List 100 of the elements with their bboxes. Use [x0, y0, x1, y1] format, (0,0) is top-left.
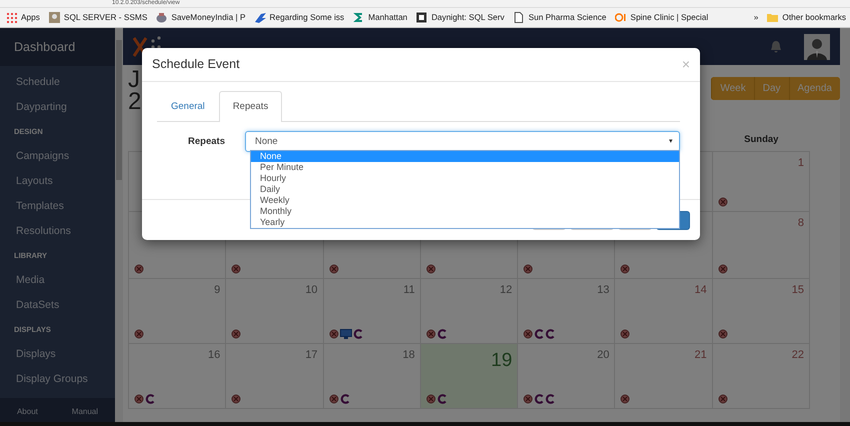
- sidebar-item[interactable]: Display Groups: [0, 367, 115, 392]
- calendar-cell[interactable]: 9: [129, 279, 226, 344]
- apps-grid-icon: [6, 12, 17, 23]
- day-number: 15: [792, 283, 804, 298]
- sidebar-item[interactable]: Campaigns: [0, 144, 115, 169]
- target-icon[interactable]: [134, 264, 144, 274]
- c-icon[interactable]: [436, 394, 447, 404]
- dropdown-option[interactable]: Weekly: [251, 195, 679, 206]
- target-icon[interactable]: [718, 394, 728, 404]
- calendar-cell[interactable]: 10: [226, 279, 324, 344]
- target-icon[interactable]: [134, 329, 144, 339]
- bookmark-link[interactable]: Apps: [21, 11, 40, 24]
- calendar-cell[interactable]: 8: [712, 212, 810, 279]
- calendar-cell[interactable]: 16: [129, 344, 226, 409]
- sidebar-item[interactable]: DataSets: [0, 293, 115, 318]
- target-icon[interactable]: [426, 329, 436, 339]
- close-button[interactable]: ×: [682, 54, 690, 75]
- weekday-header: Sunday: [744, 134, 778, 145]
- c-icon[interactable]: [545, 394, 556, 404]
- target-icon[interactable]: [620, 394, 630, 404]
- sidebar-item[interactable]: Media: [0, 268, 115, 293]
- sidebar-item[interactable]: Schedule: [0, 70, 115, 95]
- dropdown-option[interactable]: None: [251, 151, 679, 162]
- calendar-cell[interactable]: 17: [226, 344, 324, 409]
- target-icon[interactable]: [426, 394, 436, 404]
- day-number: 18: [402, 348, 415, 363]
- logo-icon[interactable]: [133, 34, 163, 58]
- qi-logo-icon: [615, 12, 626, 23]
- day-number: 22: [792, 348, 804, 363]
- target-icon[interactable]: [231, 394, 242, 404]
- sidebar-item[interactable]: Templates: [0, 194, 115, 219]
- target-icon[interactable]: [328, 329, 339, 339]
- c-icon[interactable]: [352, 329, 363, 339]
- calendar-cell[interactable]: 13: [518, 279, 616, 344]
- calendar-cell[interactable]: 20: [518, 344, 616, 409]
- dropdown-option[interactable]: Yearly: [251, 217, 679, 228]
- page-icon: [513, 12, 524, 23]
- calendar-cell[interactable]: 11: [324, 279, 421, 344]
- square-icon: [416, 12, 428, 23]
- monitor-icon[interactable]: [340, 329, 352, 339]
- day-number: 12: [500, 283, 512, 298]
- sidebar-item[interactable]: Displays: [0, 342, 115, 367]
- day-number: 16: [208, 348, 220, 363]
- target-icon[interactable]: [134, 394, 144, 404]
- bookmark-link[interactable]: SaveMoneyIndia | P: [171, 11, 246, 24]
- calendar-cell[interactable]: 15: [712, 279, 810, 344]
- target-icon[interactable]: [523, 329, 534, 339]
- target-icon[interactable]: [426, 264, 436, 274]
- bookmark-link[interactable]: SQL SERVER - SSMS: [64, 11, 148, 24]
- c-icon[interactable]: [534, 329, 544, 339]
- dropdown-option[interactable]: Hourly: [251, 173, 679, 184]
- view-button[interactable]: Agenda: [788, 77, 840, 100]
- footer-link[interactable]: About: [16, 406, 38, 418]
- page-title: 2: [128, 91, 142, 113]
- target-icon[interactable]: [523, 264, 534, 274]
- thumbnail-icon: [48, 12, 60, 23]
- sidebar-item[interactable]: Dayparting: [0, 95, 115, 120]
- sidebar-item[interactable]: Layouts: [0, 169, 115, 194]
- day-number: 11: [403, 283, 415, 298]
- calendar-cell[interactable]: 1: [712, 152, 810, 212]
- bookmark-link[interactable]: Spine Clinic | Special: [630, 11, 708, 24]
- target-icon[interactable]: [328, 264, 339, 274]
- page-title: J: [128, 69, 140, 91]
- dropdown-option[interactable]: Per Minute: [251, 162, 679, 173]
- calendar-cell[interactable]: 21: [615, 344, 713, 409]
- target-icon[interactable]: [231, 329, 242, 339]
- c-icon[interactable]: [340, 394, 350, 404]
- c-icon[interactable]: [545, 329, 556, 339]
- target-icon[interactable]: [231, 264, 242, 274]
- other-bookmarks-link[interactable]: Other bookmarks: [782, 11, 846, 24]
- avatar-icon[interactable]: [804, 34, 830, 60]
- calendar-cell[interactable]: 22: [712, 344, 810, 409]
- dropdown-option[interactable]: Monthly: [251, 206, 679, 217]
- tab[interactable]: Repeats: [218, 91, 282, 122]
- day-number: 21: [694, 348, 707, 363]
- bookmark-link[interactable]: Sun Pharma Science: [528, 11, 606, 24]
- bookmark-link[interactable]: Regarding Some iss: [270, 11, 344, 24]
- wing-icon: [254, 12, 266, 23]
- day-number: 9: [214, 283, 220, 298]
- field-label: Repeats: [187, 134, 226, 149]
- more-bookmarks-button[interactable]: »: [754, 11, 758, 24]
- footer-link[interactable]: Manual: [72, 406, 98, 418]
- calendar-cell[interactable]: 14: [615, 279, 713, 344]
- target-icon[interactable]: [620, 264, 630, 274]
- bookmark-link[interactable]: Manhattan: [368, 11, 408, 24]
- today-cell[interactable]: 19: [420, 344, 518, 409]
- target-icon[interactable]: [718, 197, 728, 207]
- piggy-bank-icon: [156, 12, 168, 23]
- sidebar-item[interactable]: Resolutions: [0, 219, 115, 244]
- bookmark-link[interactable]: Daynight: SQL Serv: [431, 11, 504, 24]
- target-icon[interactable]: [523, 394, 534, 404]
- target-icon[interactable]: [718, 264, 728, 274]
- target-icon[interactable]: [620, 329, 630, 339]
- target-icon[interactable]: [328, 394, 339, 404]
- c-icon[interactable]: [145, 394, 155, 404]
- c-icon[interactable]: [534, 394, 544, 404]
- tab[interactable]: General: [157, 91, 219, 122]
- target-icon[interactable]: [718, 329, 728, 339]
- c-icon[interactable]: [436, 329, 447, 339]
- dropdown-option[interactable]: Daily: [251, 184, 679, 195]
